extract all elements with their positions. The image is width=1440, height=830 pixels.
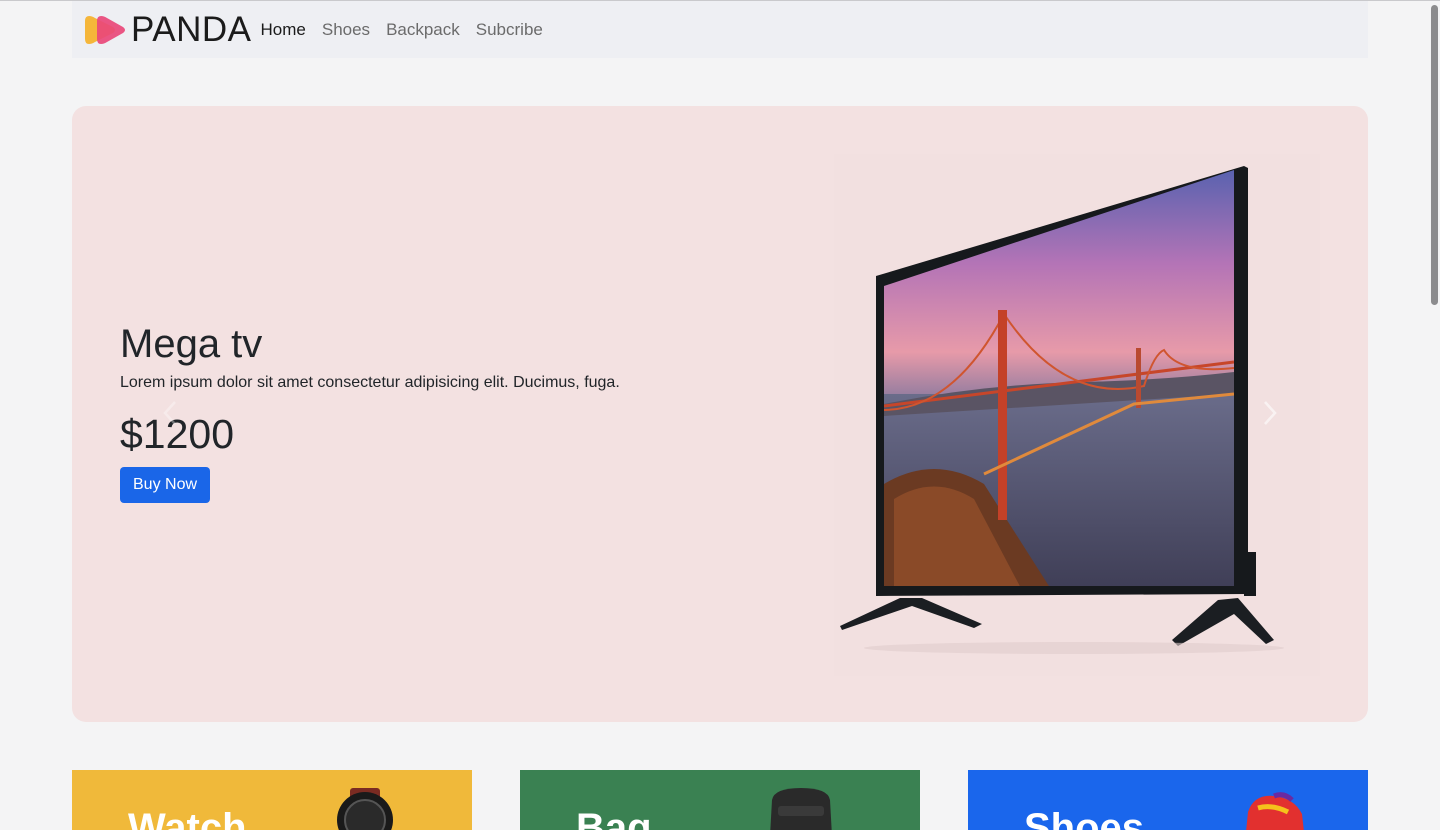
scrollbar-thumb[interactable]	[1431, 5, 1438, 305]
chevron-right-icon[interactable]	[1256, 398, 1282, 428]
category-title: Watch	[128, 806, 247, 830]
hero-price: $1200	[120, 411, 235, 457]
navbar: PANDA Home Shoes Backpack Subcribe	[72, 1, 1368, 58]
nav-item-backpack[interactable]: Backpack	[386, 20, 460, 40]
nav-item-shoes[interactable]: Shoes	[322, 20, 370, 40]
hero-carousel: Mega tv Lorem ipsum dolor sit amet conse…	[72, 106, 1368, 722]
brand-name: PANDA	[131, 10, 252, 49]
category-title: Shoes	[1024, 806, 1145, 830]
chevron-left-icon[interactable]	[158, 398, 184, 428]
backpack-image	[770, 788, 832, 830]
category-card-shoes[interactable]: Shoes	[968, 770, 1368, 830]
wristwatch-image	[337, 788, 393, 830]
sneaker-image	[1246, 792, 1304, 830]
hero-content: Mega tv Lorem ipsum dolor sit amet conse…	[120, 320, 620, 504]
play-arrows-logo-icon	[85, 15, 125, 44]
hero-title: Mega tv	[120, 322, 263, 366]
category-card-watch[interactable]: Watch	[72, 770, 472, 830]
hero-description: Lorem ipsum dolor sit amet consectetur a…	[120, 374, 620, 391]
category-title: Bag	[576, 806, 652, 830]
brand[interactable]: PANDA	[83, 12, 252, 47]
nav-item-home[interactable]: Home	[261, 20, 306, 40]
buy-now-button[interactable]: Buy Now	[120, 467, 211, 504]
page-scrollbar[interactable]	[1428, 1, 1440, 823]
nav-item-subscribe[interactable]: Subcribe	[476, 20, 543, 40]
tv-product-image	[834, 154, 1320, 676]
nav-list: Home Shoes Backpack Subcribe	[261, 20, 559, 40]
category-card-backpack[interactable]: Bag	[520, 770, 920, 830]
